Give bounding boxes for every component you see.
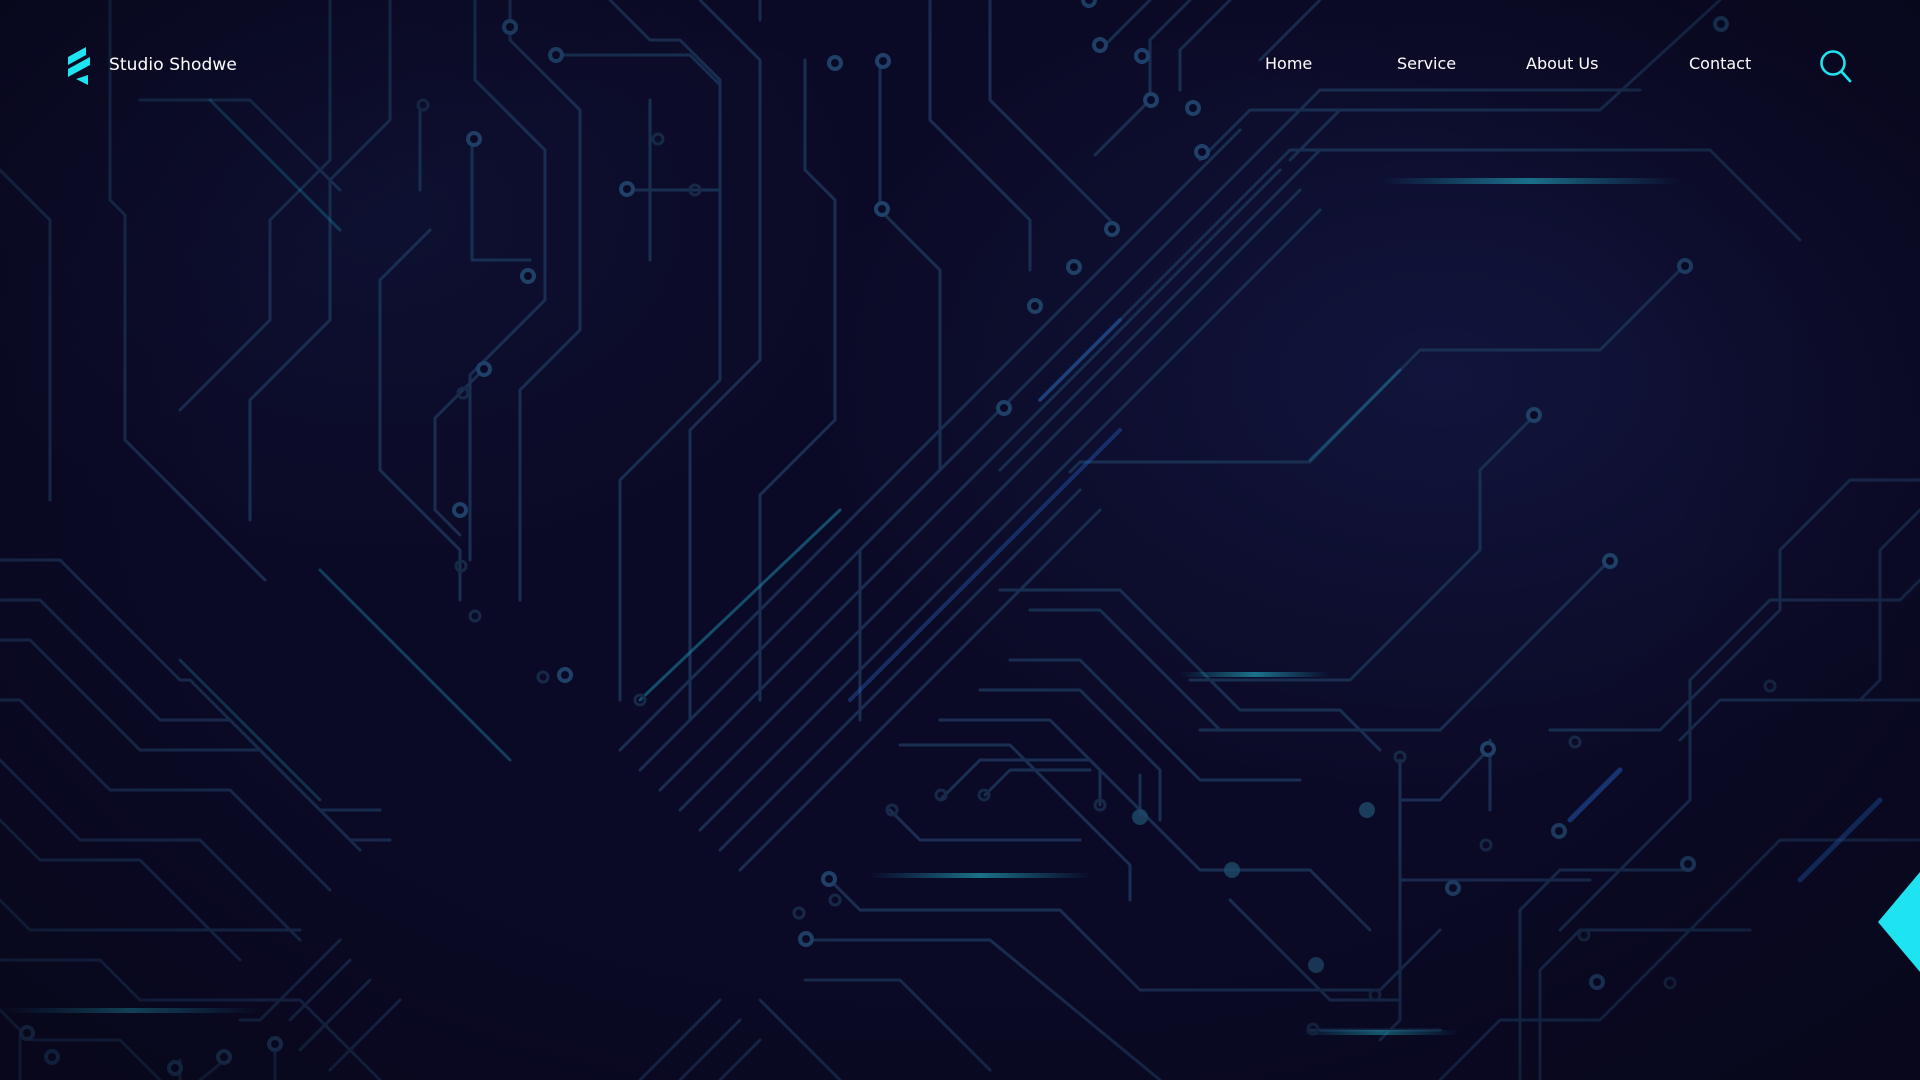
search-icon[interactable] [1818, 48, 1854, 84]
nav-about-us-link[interactable]: About Us [1526, 54, 1598, 73]
stacked-chevron-logo-icon [68, 47, 90, 85]
circuit-board-background [0, 0, 1920, 1080]
brand-name: Studio Shodwe [109, 55, 237, 75]
nav-service-link[interactable]: Service [1397, 54, 1456, 73]
nav-home-link[interactable]: Home [1265, 54, 1312, 73]
corner-accent-shape [1878, 872, 1920, 972]
hero-page: Studio Shodwe Home Service About Us Cont… [0, 0, 1920, 1080]
brand[interactable]: Studio Shodwe [62, 44, 237, 86]
site-header: Studio Shodwe Home Service About Us Cont… [0, 0, 1920, 132]
nav-contact-link[interactable]: Contact [1689, 54, 1751, 73]
